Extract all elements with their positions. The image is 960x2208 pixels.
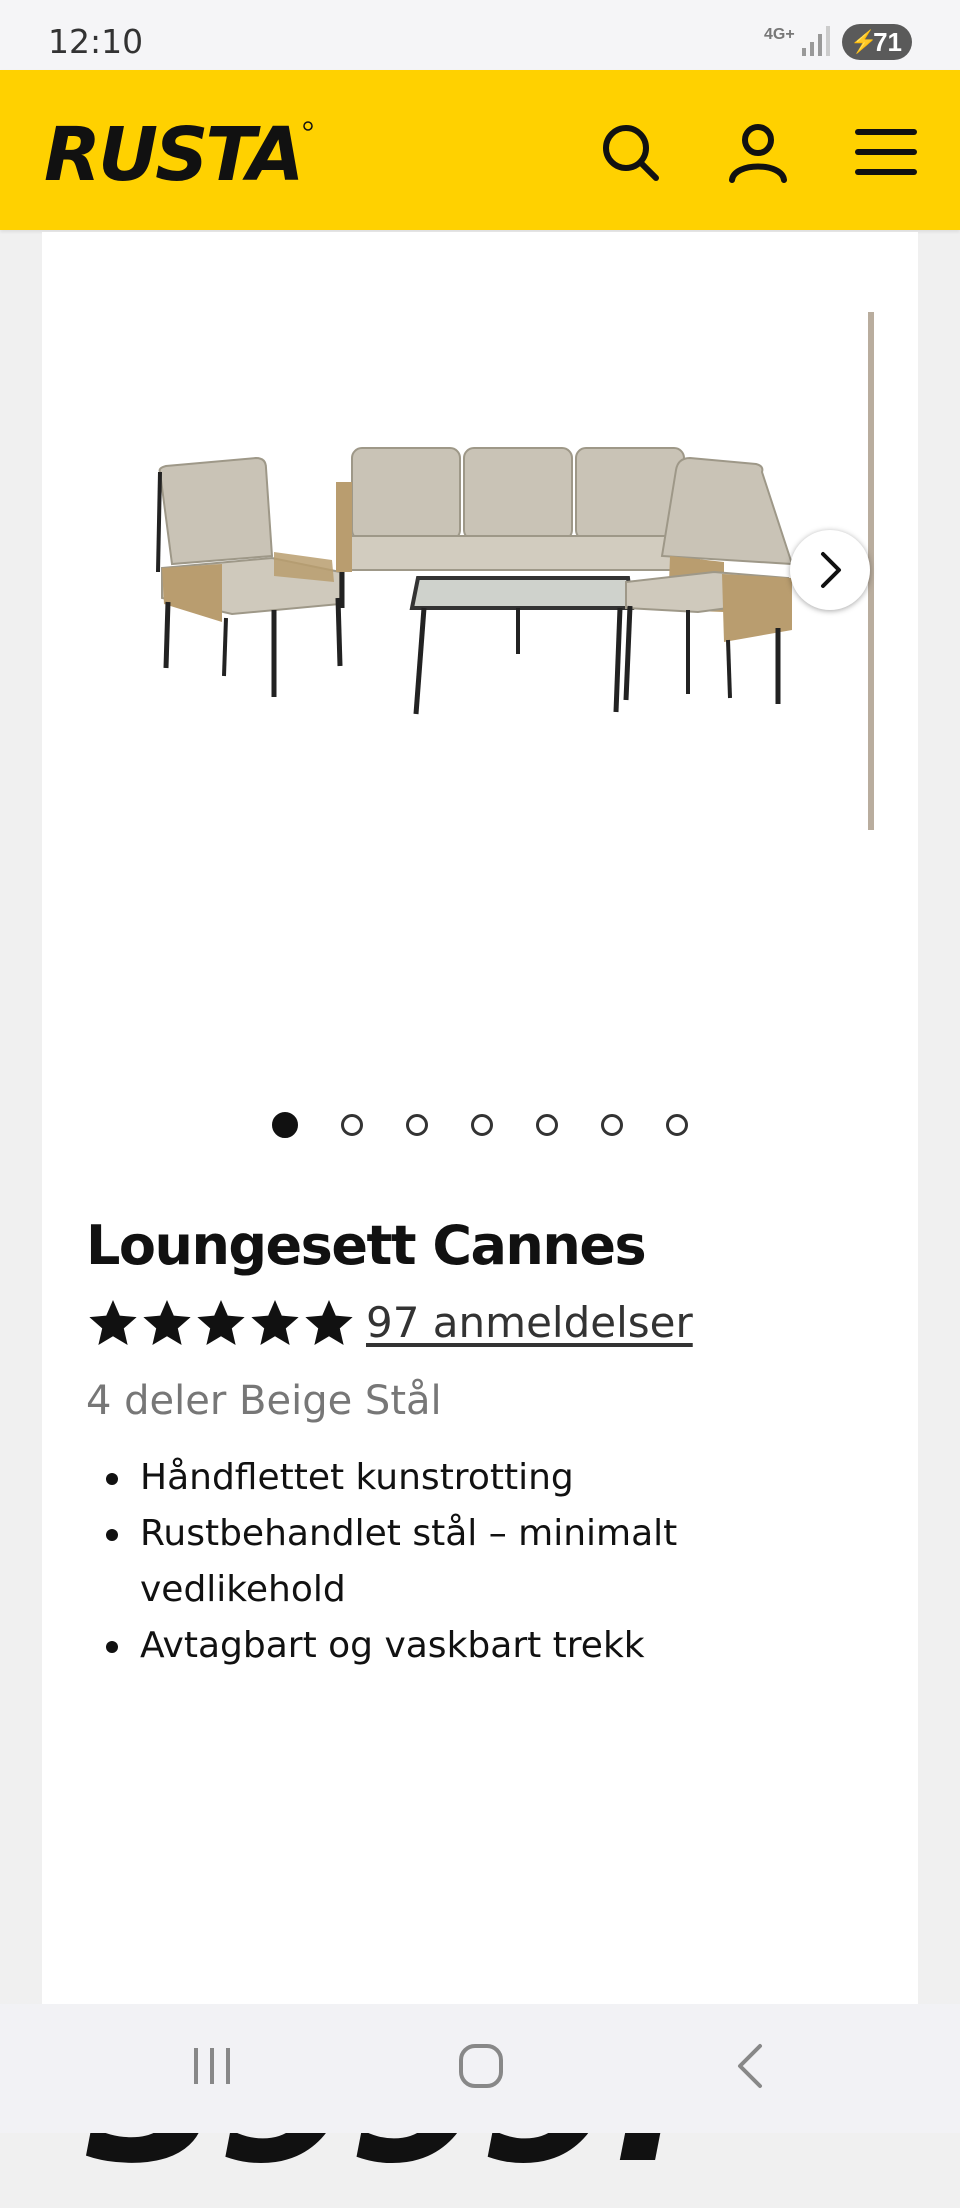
product-title: Loungesett Cannes xyxy=(86,1214,647,1277)
image-gallery[interactable] xyxy=(42,232,918,1072)
product-card: Loungesett Cannes 97 anmeldelser 4 deler… xyxy=(42,232,918,2192)
status-bar: 12:10 4G+ ⚡ 71 xyxy=(0,0,960,70)
gallery-dot[interactable] xyxy=(601,1114,623,1136)
next-image-button[interactable] xyxy=(790,530,870,610)
feature-item: Rustbehandlet stål – minimalt vedlikehol… xyxy=(86,1506,826,1618)
status-time: 12:10 xyxy=(48,22,144,61)
back-icon[interactable] xyxy=(730,2040,770,2092)
gallery-dot[interactable] xyxy=(536,1114,558,1136)
reviews-link[interactable]: 97 anmeldelser xyxy=(366,1298,693,1347)
star-icon xyxy=(305,1300,353,1346)
battery-indicator: ⚡ 71 xyxy=(842,24,912,60)
star-icon xyxy=(251,1300,299,1346)
network-indicator: 4G+ xyxy=(764,26,795,43)
gallery-dot[interactable] xyxy=(406,1114,428,1136)
star-icon xyxy=(197,1300,245,1346)
gallery-pagination xyxy=(42,1112,918,1138)
rusta-logo[interactable]: RUSTA xyxy=(40,114,320,194)
site-header: RUSTA xyxy=(0,70,960,230)
menu-icon[interactable] xyxy=(854,120,918,184)
battery-level: 71 xyxy=(873,27,902,57)
feature-item: Avtagbart og vaskbart trekk xyxy=(86,1618,826,1674)
system-nav-bar xyxy=(0,2004,960,2133)
charging-icon: ⚡ xyxy=(850,29,878,54)
svg-text:RUSTA: RUSTA xyxy=(44,114,301,194)
star-icon xyxy=(143,1300,191,1346)
signal-icon xyxy=(802,26,830,56)
gallery-dot[interactable] xyxy=(341,1114,363,1136)
recent-apps-icon[interactable] xyxy=(190,2040,236,2092)
star-rating[interactable] xyxy=(86,1296,356,1350)
search-icon[interactable] xyxy=(598,120,662,184)
product-image[interactable] xyxy=(102,432,862,792)
account-icon[interactable] xyxy=(726,120,790,184)
gallery-dot[interactable] xyxy=(471,1114,493,1136)
feature-item: Håndflettet kunstrotting xyxy=(86,1450,826,1506)
gallery-dot[interactable] xyxy=(272,1112,298,1138)
home-icon[interactable] xyxy=(456,2040,506,2092)
chevron-right-icon xyxy=(821,552,841,588)
gallery-dot[interactable] xyxy=(666,1114,688,1136)
feature-list: Håndflettet kunstrotting Rustbehandlet s… xyxy=(86,1450,826,1674)
product-variant: 4 deler Beige Stål xyxy=(86,1378,442,1424)
star-icon xyxy=(89,1300,137,1346)
